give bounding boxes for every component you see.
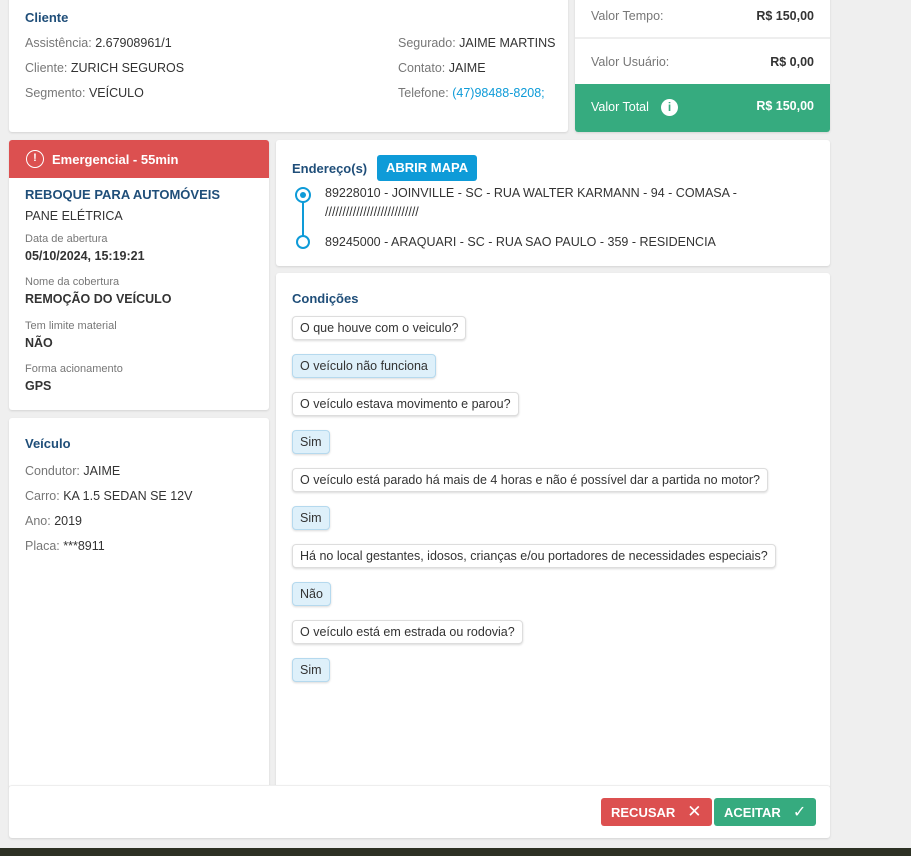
- service-card: ! Emergencial - 55min REBOQUE PARA AUTOM…: [9, 140, 269, 410]
- info-icon[interactable]: i: [661, 99, 678, 116]
- limite: NÃO: [25, 336, 53, 350]
- address-title: Endereço(s): [292, 161, 368, 176]
- conditions-title: Condições: [292, 291, 359, 306]
- valor-total: R$ 150,00: [756, 99, 814, 113]
- condition-answer: Sim: [292, 430, 330, 454]
- segmento: Segmento: VEÍCULO: [25, 86, 144, 100]
- valor-total-label: Valor Total: [591, 100, 649, 114]
- valor-usuario: R$ 0,00: [770, 55, 814, 69]
- abertura-label: Data de abertura: [25, 233, 108, 245]
- condutor: Condutor: JAIME: [25, 464, 121, 478]
- telefone-link[interactable]: (47)98488-8208;: [452, 86, 544, 100]
- origin-address-complement: ///////////////////////////: [325, 205, 419, 219]
- cobertura-label: Nome da cobertura: [25, 276, 120, 288]
- condition-answer: O veículo não funciona: [292, 354, 436, 378]
- address-card: Endereço(s) ABRIR MAPA 89228010 - JOINVI…: [276, 140, 830, 266]
- accept-label: ACEITAR: [724, 804, 781, 820]
- condition-question: O veículo estava movimento e parou?: [292, 392, 519, 416]
- cobertura: REMOÇÃO DO VEÍCULO: [25, 292, 172, 306]
- origin-address: 89228010 - JOINVILLE - SC - RUA WALTER K…: [325, 186, 737, 200]
- ano: Ano: 2019: [25, 514, 83, 528]
- acionamento: GPS: [25, 379, 52, 393]
- service-type: REBOQUE PARA AUTOMÓVEIS: [25, 187, 221, 202]
- condition-answer: Sim: [292, 658, 330, 682]
- valor-tempo-label: Valor Tempo:: [591, 9, 664, 23]
- taskbar: [0, 848, 911, 856]
- valor-total-row: Valor Total i R$ 150,00: [575, 84, 830, 132]
- condition-answer: Sim: [292, 506, 330, 530]
- acionamento-label: Forma acionamento: [25, 363, 123, 375]
- abertura: 05/10/2024, 15:19:21: [25, 249, 145, 263]
- reject-button[interactable]: RECUSAR ✕: [601, 798, 712, 826]
- accept-button[interactable]: ACEITAR ✓: [714, 798, 817, 826]
- vehicle-card: Veículo Condutor: JAIME Carro: KA 1.5 SE…: [9, 418, 269, 788]
- condition-question: O veículo está em estrada ou rodovia?: [292, 620, 523, 644]
- assistencia: Assistência: 2.67908961/1: [25, 36, 172, 50]
- carro: Carro: KA 1.5 SEDAN SE 12V: [25, 489, 193, 503]
- conditions-list: O que houve com o veiculo? O veículo não …: [292, 316, 814, 696]
- condition-question: Há no local gestantes, idosos, crianças …: [292, 544, 776, 568]
- destination-address: 89245000 - ARAQUARI - SC - RUA SAO PAULO…: [325, 235, 716, 249]
- condition-answer: Não: [292, 582, 331, 606]
- limite-label: Tem limite material: [25, 320, 117, 332]
- condition-question: O veículo está parado há mais de 4 horas…: [292, 468, 768, 492]
- emergency-badge: ! Emergencial - 55min: [9, 140, 269, 178]
- placa: Placa: ***8911: [25, 539, 105, 553]
- close-icon: ✕: [687, 802, 702, 821]
- valor-tempo: R$ 150,00: [756, 9, 814, 23]
- destination-marker-icon: [296, 235, 310, 249]
- vehicle-title: Veículo: [25, 436, 71, 451]
- reject-label: RECUSAR: [611, 804, 676, 820]
- origin-marker-icon: [295, 187, 311, 203]
- client-title: Cliente: [25, 10, 69, 25]
- check-icon: ✓: [792, 804, 807, 821]
- alert-icon: !: [26, 150, 44, 168]
- segurado: Segurado: JAIME MARTINS: [398, 36, 556, 50]
- conditions-card: Condições O que houve com o veiculo? O ve…: [276, 273, 830, 788]
- service-reason: PANE ELÉTRICA: [25, 209, 123, 223]
- contato: Contato: JAIME: [398, 61, 486, 75]
- valor-usuario-label: Valor Usuário:: [591, 55, 670, 69]
- footer-bar: RECUSAR ✕ ACEITAR ✓: [9, 785, 830, 838]
- cliente: Cliente: ZURICH SEGUROS: [25, 61, 185, 75]
- telefone: Telefone: (47)98488-8208;: [398, 86, 545, 100]
- emergency-text: Emergencial - 55min: [52, 151, 179, 167]
- values-card: Valor Tempo: R$ 150,00 Valor Usuário: R$…: [575, 0, 830, 132]
- open-map-button[interactable]: ABRIR MAPA: [377, 155, 478, 181]
- condition-question: O que houve com o veiculo?: [292, 316, 467, 340]
- client-card: Cliente Assistência: 2.67908961/1 Client…: [9, 0, 568, 132]
